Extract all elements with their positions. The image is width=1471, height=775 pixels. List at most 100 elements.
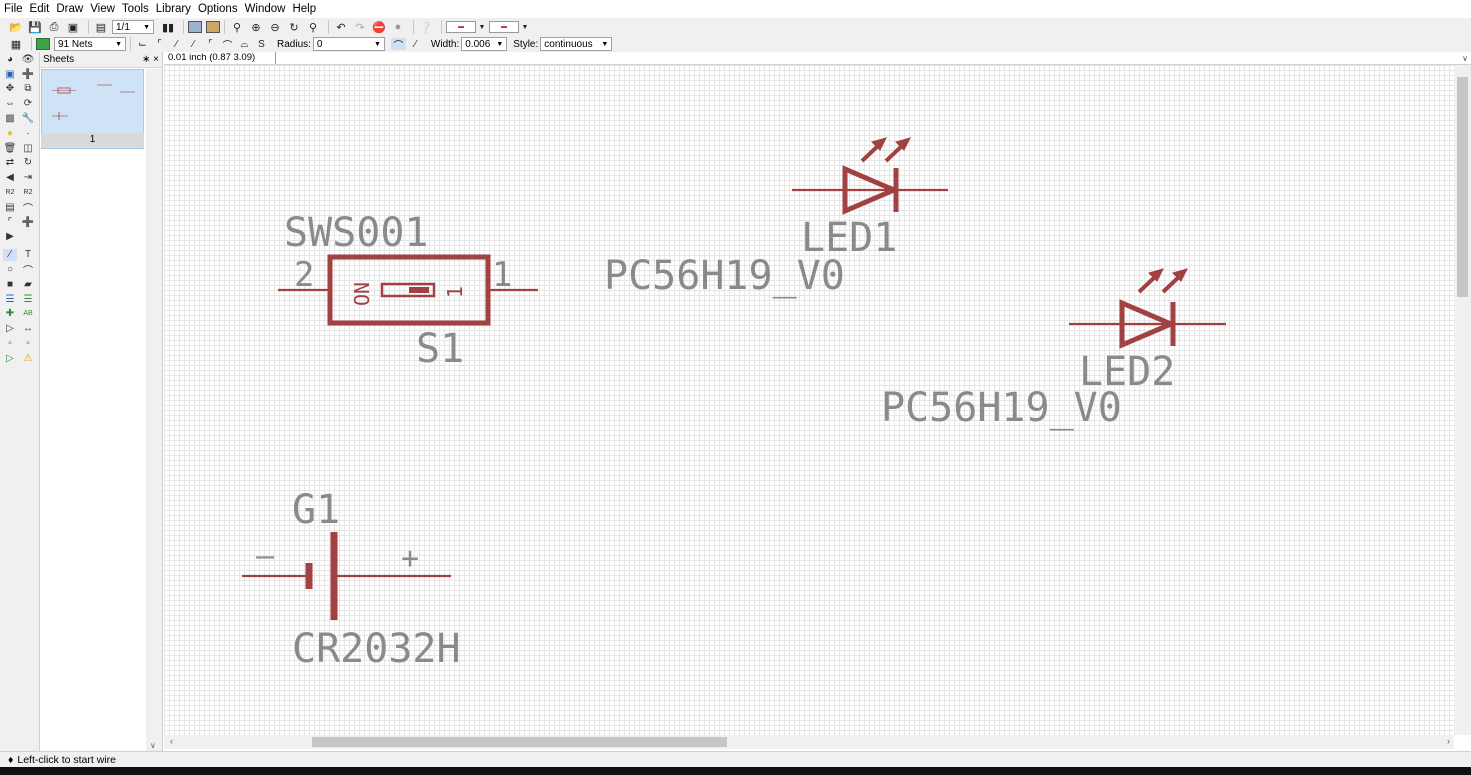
miter-icon[interactable]: ⌒ (21, 201, 35, 215)
chevron-left-icon[interactable]: ‹ (170, 736, 173, 746)
chevron-down-icon[interactable]: ∨ (1459, 54, 1471, 63)
junction-tool-icon[interactable]: ✚ (3, 308, 17, 320)
design-link-icon[interactable]: ▬ (446, 21, 476, 33)
invoke-icon[interactable]: ▶ (3, 231, 17, 243)
rect-tool-icon[interactable]: ■ (3, 278, 17, 290)
width-select[interactable]: 0.006 ▼ (461, 37, 508, 51)
bend-style-2-icon[interactable]: ∕ (169, 38, 184, 50)
erc-icon[interactable]: ▷ (3, 352, 17, 364)
board-icon[interactable]: ▮▮ (160, 20, 176, 34)
radius-select[interactable]: 0 ▼ (312, 37, 385, 51)
menu-edit[interactable]: Edit (30, 3, 50, 15)
save-icon[interactable]: 💾 (27, 20, 43, 34)
chevron-down-icon[interactable]: ∨ (150, 741, 156, 750)
delete-icon[interactable]: 🗑 (3, 142, 17, 154)
schematic-canvas[interactable]: SWS001 2 1 ON 1 S1 LED1 PC56H19_V0 LED2 … (164, 65, 1454, 735)
zoom-fit-icon[interactable]: ⚲ (229, 20, 245, 34)
chevron-down-icon[interactable]: ▼ (478, 20, 486, 34)
chevron-right-icon[interactable]: › (1447, 736, 1450, 746)
rotate-icon[interactable]: ⟳ (21, 98, 35, 110)
print-icon[interactable]: ⎙ (46, 20, 62, 34)
show-icon[interactable]: 👁 (21, 53, 35, 65)
dot-icon[interactable]: · (21, 127, 35, 139)
open-icon[interactable]: 📂 (8, 20, 24, 34)
horizontal-scrollbar[interactable]: ‹ › (164, 735, 1454, 749)
bend-style-7-icon[interactable]: S (254, 38, 269, 50)
zoom-redraw-icon[interactable]: ↻ (286, 20, 302, 34)
change-icon[interactable]: 🔧 (21, 113, 35, 125)
bus-tool-icon[interactable]: ☰ (3, 293, 17, 305)
zoom-out-icon[interactable]: ⊖ (267, 20, 283, 34)
info-icon[interactable]: ◕ (3, 53, 17, 65)
pin-icon[interactable]: ∗ (142, 54, 150, 65)
text-tool-icon[interactable]: T (21, 249, 35, 261)
bend-style-3-icon[interactable]: ∕ (186, 38, 201, 50)
frame-tool-icon[interactable]: ▫ (3, 338, 17, 350)
fusion-icon[interactable]: ▬ (489, 21, 519, 33)
sheet-select[interactable]: 1/1 ▼ (112, 20, 154, 34)
paste-icon[interactable]: ● (3, 127, 17, 139)
gateswap-icon[interactable]: ◀ (3, 172, 17, 184)
pinswap-icon[interactable]: ⇄ (3, 157, 17, 169)
sheets-scrollbar[interactable]: ∨ (146, 69, 162, 752)
warning-icon[interactable]: ⚠ (21, 352, 35, 364)
sheet-number[interactable]: 1 (41, 133, 144, 147)
menu-window[interactable]: Window (245, 3, 286, 15)
menu-draw[interactable]: Draw (56, 3, 83, 15)
zoom-in-icon[interactable]: ⊕ (248, 20, 264, 34)
label-tool-icon[interactable]: AB (21, 308, 35, 320)
menu-options[interactable]: Options (198, 3, 238, 15)
net-tool-icon[interactable]: ☰ (21, 293, 35, 305)
vertical-scroll-thumb[interactable] (1457, 77, 1468, 297)
menu-library[interactable]: Library (156, 3, 191, 15)
round-corner-icon[interactable]: ⌒ (390, 38, 406, 52)
close-icon[interactable]: × (153, 54, 159, 65)
diagonal-corner-icon[interactable]: ∕ (408, 38, 423, 50)
join-icon[interactable]: ➕ (21, 216, 35, 228)
style-select[interactable]: continuous ▼ (540, 37, 613, 51)
go-icon[interactable]: ● (390, 20, 406, 34)
name-icon[interactable]: ▤ (3, 201, 17, 213)
value-icon[interactable]: R2 (21, 187, 35, 199)
attribute-tool-icon[interactable]: ▷ (3, 323, 17, 335)
led2-symbol[interactable] (1069, 268, 1226, 349)
menu-tools[interactable]: Tools (122, 3, 149, 15)
menu-file[interactable]: File (4, 3, 23, 15)
circle-tool-icon[interactable]: ○ (3, 264, 17, 276)
led1-symbol[interactable] (792, 137, 948, 215)
module-tool-icon[interactable]: ▫ (21, 338, 35, 350)
wire-tool-icon[interactable]: ∕ (3, 248, 17, 261)
chevron-down-icon[interactable]: ▼ (521, 20, 529, 34)
run-icon[interactable] (206, 21, 220, 33)
mark-icon[interactable]: ➕ (21, 68, 35, 80)
zoom-select-icon[interactable]: ⚲ (305, 20, 321, 34)
stop-icon[interactable]: ⛔ (371, 20, 387, 34)
horizontal-scroll-thumb[interactable] (312, 737, 727, 747)
split-wire-icon[interactable]: ⌜ (3, 216, 17, 228)
split-icon[interactable]: ⇥ (21, 172, 35, 184)
bend-style-0-icon[interactable]: ⌙ (135, 38, 150, 50)
smash-icon[interactable]: R2 (3, 187, 17, 199)
polygon-tool-icon[interactable]: ▰ (21, 278, 35, 290)
redo-icon[interactable]: ↷ (352, 20, 368, 34)
bend-style-4-icon[interactable]: ⌜ (203, 38, 218, 50)
group-icon[interactable]: ▩ (3, 113, 17, 125)
sheet-icon[interactable]: ▤ (93, 20, 109, 34)
net-class-select[interactable]: 91 Nets ▼ (54, 37, 126, 51)
move-icon[interactable]: ✥ (3, 83, 17, 95)
menu-help[interactable]: Help (292, 3, 316, 15)
arc-tool-icon[interactable]: ⌒ (21, 264, 35, 277)
bend-style-5-icon[interactable]: ⌒ (220, 38, 235, 52)
cam-icon[interactable]: ▣ (65, 20, 81, 34)
bend-style-1-icon[interactable]: ⌜ (152, 38, 167, 50)
copy-icon[interactable]: ⧉ (21, 83, 35, 95)
help-icon[interactable]: ❔ (418, 20, 434, 34)
replace-icon[interactable]: ↻ (21, 157, 35, 169)
display-icon[interactable]: ▣ (3, 68, 17, 80)
command-line-input[interactable] (276, 52, 1459, 64)
script-icon[interactable] (188, 21, 202, 33)
bend-style-6-icon[interactable]: ⌓ (237, 38, 252, 50)
menu-view[interactable]: View (90, 3, 115, 15)
dimension-tool-icon[interactable]: ↔ (21, 323, 35, 335)
vertical-scrollbar[interactable] (1454, 65, 1471, 735)
